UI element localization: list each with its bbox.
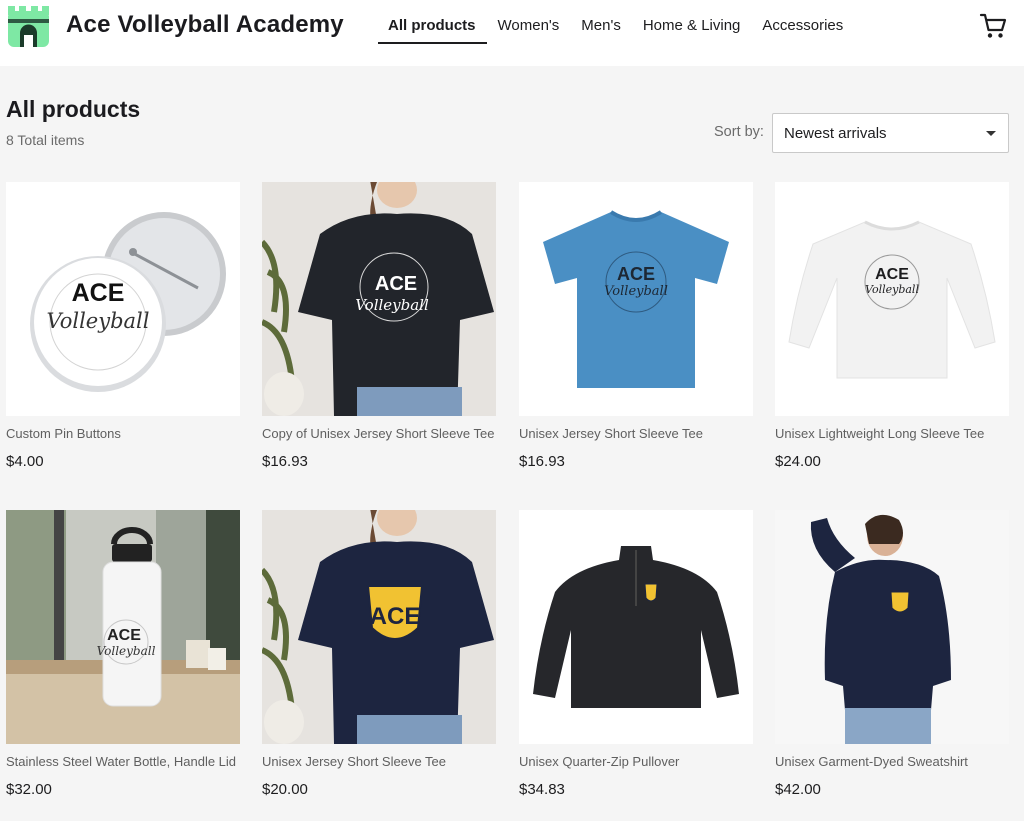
product-price: $16.93 [262, 453, 308, 470]
product-name[interactable]: Unisex Jersey Short Sleeve Tee [519, 426, 759, 441]
product-image[interactable]: ACE Volleyball [6, 182, 240, 416]
product-image[interactable]: ACE [262, 510, 496, 744]
bottle-logo-volleyball: Volleyball [97, 644, 156, 658]
tee-logo-volleyball: Volleyball [604, 284, 668, 299]
sort-select[interactable]: Newest arrivals [772, 113, 1009, 153]
product-card[interactable]: ACE Volleyball Stainless Steel Water Bot… [6, 510, 240, 820]
product-name[interactable]: Unisex Jersey Short Sleeve Tee [262, 754, 502, 769]
tee-shield-ace: ACE [370, 603, 421, 630]
product-price: $42.00 [775, 781, 821, 798]
product-price: $34.83 [519, 781, 565, 798]
pin-logo-volleyball: Volleyball [46, 309, 149, 333]
product-price: $24.00 [775, 453, 821, 470]
product-card[interactable]: Unisex Garment-Dyed Sweatshirt $42.00 [775, 510, 1009, 820]
nav-home-living[interactable]: Home & Living [632, 0, 752, 66]
tee-logo-volleyball: Volleyball [865, 283, 919, 296]
tee-logo-ace: ACE [617, 264, 655, 284]
tee-logo-volleyball: Volleyball [355, 296, 429, 314]
sort-selected-value: Newest arrivals [784, 125, 887, 142]
product-image[interactable]: ACE Volleyball [519, 182, 753, 416]
product-price: $32.00 [6, 781, 52, 798]
product-image[interactable]: ACE Volleyball [775, 182, 1009, 416]
product-image[interactable] [775, 510, 1009, 744]
nav-accessories[interactable]: Accessories [751, 0, 854, 66]
product-card[interactable]: ACE Volleyball Unisex Jersey Short Sleev… [519, 182, 753, 492]
main-nav: All products Women's Men's Home & Living… [377, 0, 854, 66]
product-card[interactable]: ACE Unisex Jersey Short Sleeve Tee $20.0… [262, 510, 496, 820]
product-price: $16.93 [519, 453, 565, 470]
page-title: All products [6, 96, 141, 122]
shopping-cart-icon[interactable] [979, 12, 1007, 40]
caret-down-icon [986, 131, 996, 136]
tee-logo-ace: ACE [375, 273, 417, 295]
product-name[interactable]: Copy of Unisex Jersey Short Sleeve Tee [262, 426, 502, 441]
nav-mens[interactable]: Men's [570, 0, 632, 66]
product-name[interactable]: Unisex Quarter-Zip Pullover [519, 754, 759, 769]
product-name[interactable]: Unisex Lightweight Long Sleeve Tee [775, 426, 1015, 441]
product-image[interactable]: ACE Volleyball [262, 182, 496, 416]
product-price: $20.00 [262, 781, 308, 798]
product-name[interactable]: Stainless Steel Water Bottle, Handle Lid [6, 754, 246, 769]
product-image[interactable]: ACE Volleyball [6, 510, 240, 744]
tee-logo-ace: ACE [875, 266, 909, 283]
bottle-logo-ace: ACE [107, 627, 141, 644]
product-card[interactable]: ACE Volleyball Custom Pin Buttons $4.00 [6, 182, 240, 492]
product-card[interactable]: ACE Volleyball Copy of Unisex Jersey Sho… [262, 182, 496, 492]
site-header: Ace Volleyball Academy All products Wome… [0, 0, 1024, 66]
product-image[interactable] [519, 510, 753, 744]
sort-label: Sort by: [714, 124, 764, 140]
total-items-count: 8 Total items [6, 132, 85, 148]
product-price: $4.00 [6, 453, 44, 470]
nav-all-products[interactable]: All products [377, 0, 487, 66]
nav-womens[interactable]: Women's [487, 0, 571, 66]
product-card[interactable]: ACE Volleyball Unisex Lightweight Long S… [775, 182, 1009, 492]
brand-name[interactable]: Ace Volleyball Academy [66, 11, 344, 39]
product-name[interactable]: Unisex Garment-Dyed Sweatshirt [775, 754, 1015, 769]
castle-logo-icon[interactable] [7, 5, 50, 48]
product-card[interactable]: Unisex Quarter-Zip Pullover $34.83 [519, 510, 753, 820]
pin-logo-ace: ACE [72, 279, 125, 307]
product-name[interactable]: Custom Pin Buttons [6, 426, 246, 441]
